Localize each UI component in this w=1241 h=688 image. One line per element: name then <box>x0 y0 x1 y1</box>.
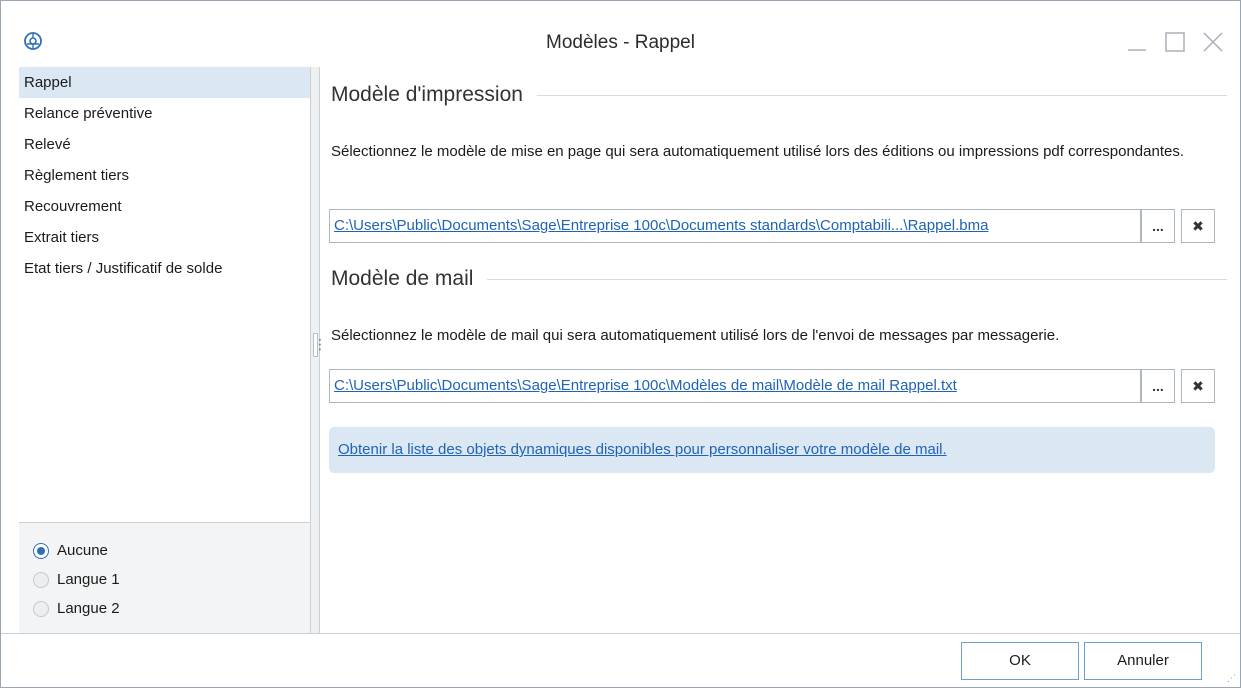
print-template-path-link[interactable]: C:\Users\Public\Documents\Sage\Entrepris… <box>334 217 988 234</box>
mail-browse-button[interactable]: ... <box>1141 369 1175 403</box>
mail-template-path-link[interactable]: C:\Users\Public\Documents\Sage\Entrepris… <box>334 377 957 394</box>
template-type-pane: Rappel Relance préventive Relevé Règleme… <box>19 67 311 633</box>
template-type-list: Rappel Relance préventive Relevé Règleme… <box>19 67 310 284</box>
language-option-aucune[interactable]: Aucune <box>19 536 310 565</box>
sidebar-item-relance-preventive[interactable]: Relance préventive <box>19 98 310 129</box>
print-section-description: Sélectionnez le modèle de mise en page q… <box>331 143 1184 160</box>
sidebar-item-etat-tiers[interactable]: Etat tiers / Justificatif de solde <box>19 253 310 284</box>
pane-splitter[interactable] <box>311 67 327 633</box>
print-browse-button[interactable]: ... <box>1141 209 1175 243</box>
sidebar-item-releve[interactable]: Relevé <box>19 129 310 160</box>
language-option-label: Langue 1 <box>57 571 120 588</box>
print-template-path-field[interactable]: C:\Users\Public\Documents\Sage\Entrepris… <box>329 209 1141 243</box>
minimize-icon[interactable] <box>1124 29 1150 55</box>
language-option-label: Aucune <box>57 542 108 559</box>
language-selector: Aucune Langue 1 Langue 2 <box>19 522 310 633</box>
window-title: Modèles - Rappel <box>546 32 695 53</box>
section-divider <box>487 278 1227 280</box>
sidebar-item-rappel[interactable]: Rappel <box>19 67 310 98</box>
language-option-langue-2[interactable]: Langue 2 <box>19 594 310 623</box>
mail-template-path-field[interactable]: C:\Users\Public\Documents\Sage\Entrepris… <box>329 369 1141 403</box>
print-section-title: Modèle d'impression <box>331 83 523 106</box>
title-bar: Modèles - Rappel <box>1 1 1240 67</box>
dialog-footer: OK Annuler ⋰ <box>1 633 1240 687</box>
mail-section-title: Modèle de mail <box>331 267 474 290</box>
ok-button[interactable]: OK <box>961 642 1079 680</box>
dynamic-objects-link[interactable]: Obtenir la liste des objets dynamiques d… <box>338 441 947 458</box>
dialog-window: Modèles - Rappel Rappel Relance préventi… <box>0 0 1241 688</box>
section-divider <box>536 94 1227 96</box>
radio-checked-icon[interactable] <box>33 542 49 559</box>
template-settings-panel: Modèle d'impression Sélectionnez le modè… <box>321 67 1231 633</box>
close-icon[interactable] <box>1200 29 1226 55</box>
dynamic-objects-info-box: Obtenir la liste des objets dynamiques d… <box>329 427 1215 473</box>
radio-unchecked-icon[interactable] <box>33 600 49 617</box>
radio-unchecked-icon[interactable] <box>33 571 49 588</box>
sidebar-item-extrait-tiers[interactable]: Extrait tiers <box>19 222 310 253</box>
resize-grip-icon[interactable]: ⋰ <box>1226 673 1236 683</box>
maximize-icon[interactable] <box>1162 29 1188 55</box>
language-option-langue-1[interactable]: Langue 1 <box>19 565 310 594</box>
sidebar-item-reglement-tiers[interactable]: Règlement tiers <box>19 160 310 191</box>
print-clear-button[interactable]: ✖ <box>1181 209 1215 243</box>
cancel-button[interactable]: Annuler <box>1084 642 1202 680</box>
splitter-grip-icon[interactable] <box>313 333 327 357</box>
sidebar-item-recouvrement[interactable]: Recouvrement <box>19 191 310 222</box>
print-section-header: Modèle d'impression <box>331 83 1227 107</box>
mail-clear-button[interactable]: ✖ <box>1181 369 1215 403</box>
mail-section-header: Modèle de mail <box>331 267 1227 291</box>
language-option-label: Langue 2 <box>57 600 120 617</box>
mail-section-description: Sélectionnez le modèle de mail qui sera … <box>331 327 1060 344</box>
